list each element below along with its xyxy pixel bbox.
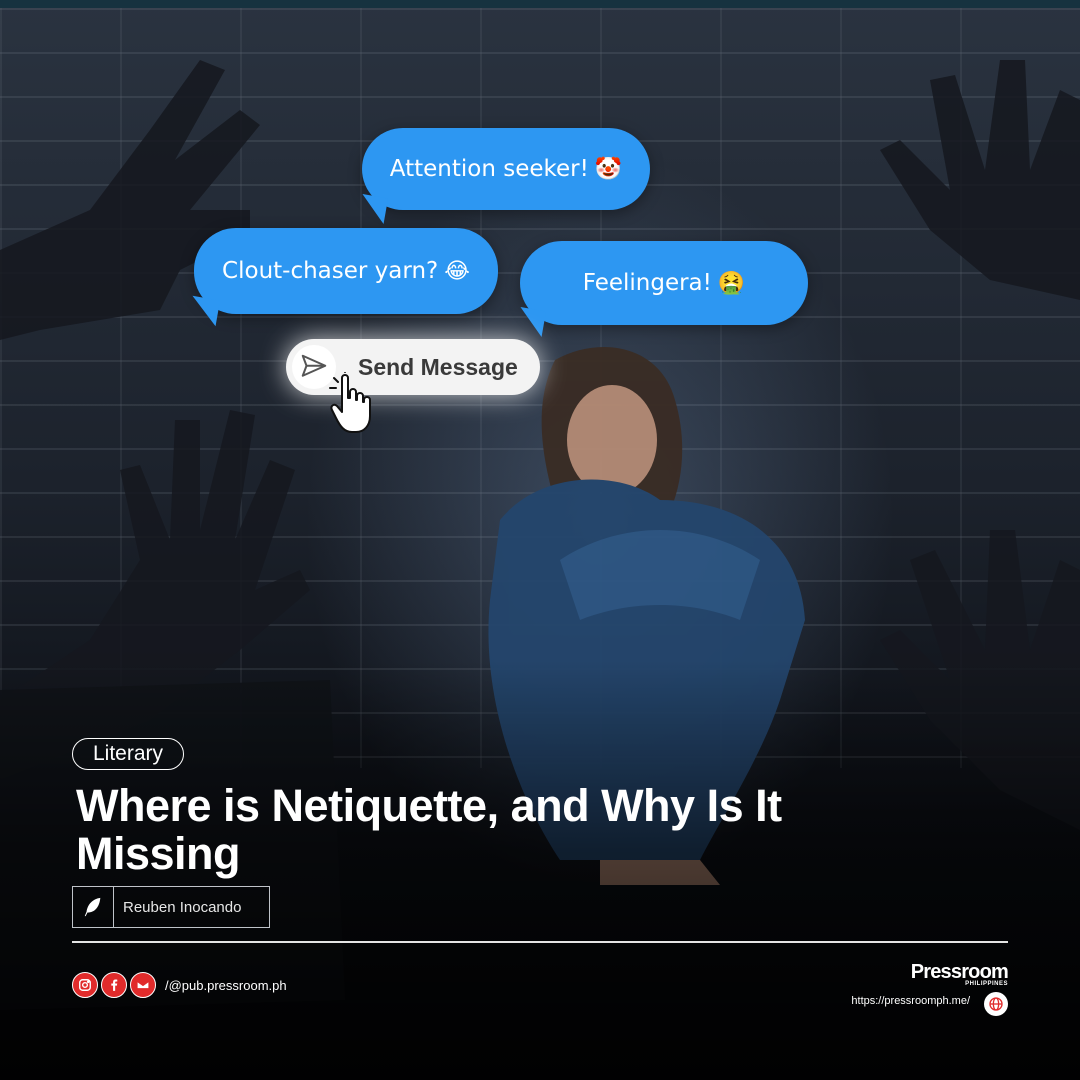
bubble-text: Clout-chaser yarn? bbox=[222, 258, 439, 284]
clown-emoji-icon: 🤡 bbox=[594, 156, 623, 182]
social-handle[interactable]: /@pub.pressroom.ph bbox=[165, 978, 287, 993]
website-link[interactable]: https://pressroomph.me/ bbox=[851, 995, 970, 1007]
facebook-icon[interactable] bbox=[101, 972, 127, 998]
poster: Attention seeker! 🤡 Clout-chaser yarn? 😂… bbox=[0, 0, 1080, 1080]
brand-name: Pressroom bbox=[910, 961, 1009, 983]
category-label: Literary bbox=[93, 742, 164, 765]
bubble-text: Attention seeker! bbox=[389, 156, 589, 182]
article-title: Where is Netiquette, and Why Is It Missi… bbox=[76, 780, 782, 879]
pressroom-logo: Pressroom PHILIPPINES bbox=[910, 961, 1009, 987]
bubble-tail bbox=[515, 306, 547, 338]
bubble-tail bbox=[187, 295, 221, 327]
message-bubble-feelingera: Feelingera! 🤮 bbox=[515, 241, 808, 338]
social-links: /@pub.pressroom.ph bbox=[72, 972, 287, 998]
bubble-tail bbox=[357, 193, 389, 225]
shadow-hand-right-top bbox=[880, 60, 1080, 300]
pointer-cursor-icon bbox=[329, 372, 371, 433]
send-message-button[interactable]: Send Message bbox=[286, 339, 540, 395]
footer-divider bbox=[72, 941, 1008, 943]
email-icon[interactable] bbox=[130, 972, 156, 998]
laughing-emoji-icon: 😂 bbox=[444, 258, 470, 284]
vomiting-emoji-icon: 🤮 bbox=[717, 270, 746, 296]
quill-icon bbox=[73, 887, 114, 927]
instagram-icon[interactable] bbox=[72, 972, 98, 998]
category-tag[interactable]: Literary bbox=[72, 738, 185, 770]
globe-icon[interactable] bbox=[984, 992, 1008, 1016]
bubble-text: Feelingera! bbox=[582, 270, 712, 296]
message-bubble-clout-chaser: Clout-chaser yarn? 😂 bbox=[187, 228, 498, 327]
author-box: Reuben Inocando bbox=[72, 886, 270, 928]
message-bubble-attention-seeker: Attention seeker! 🤡 bbox=[357, 128, 650, 225]
author-name: Reuben Inocando bbox=[123, 898, 242, 916]
